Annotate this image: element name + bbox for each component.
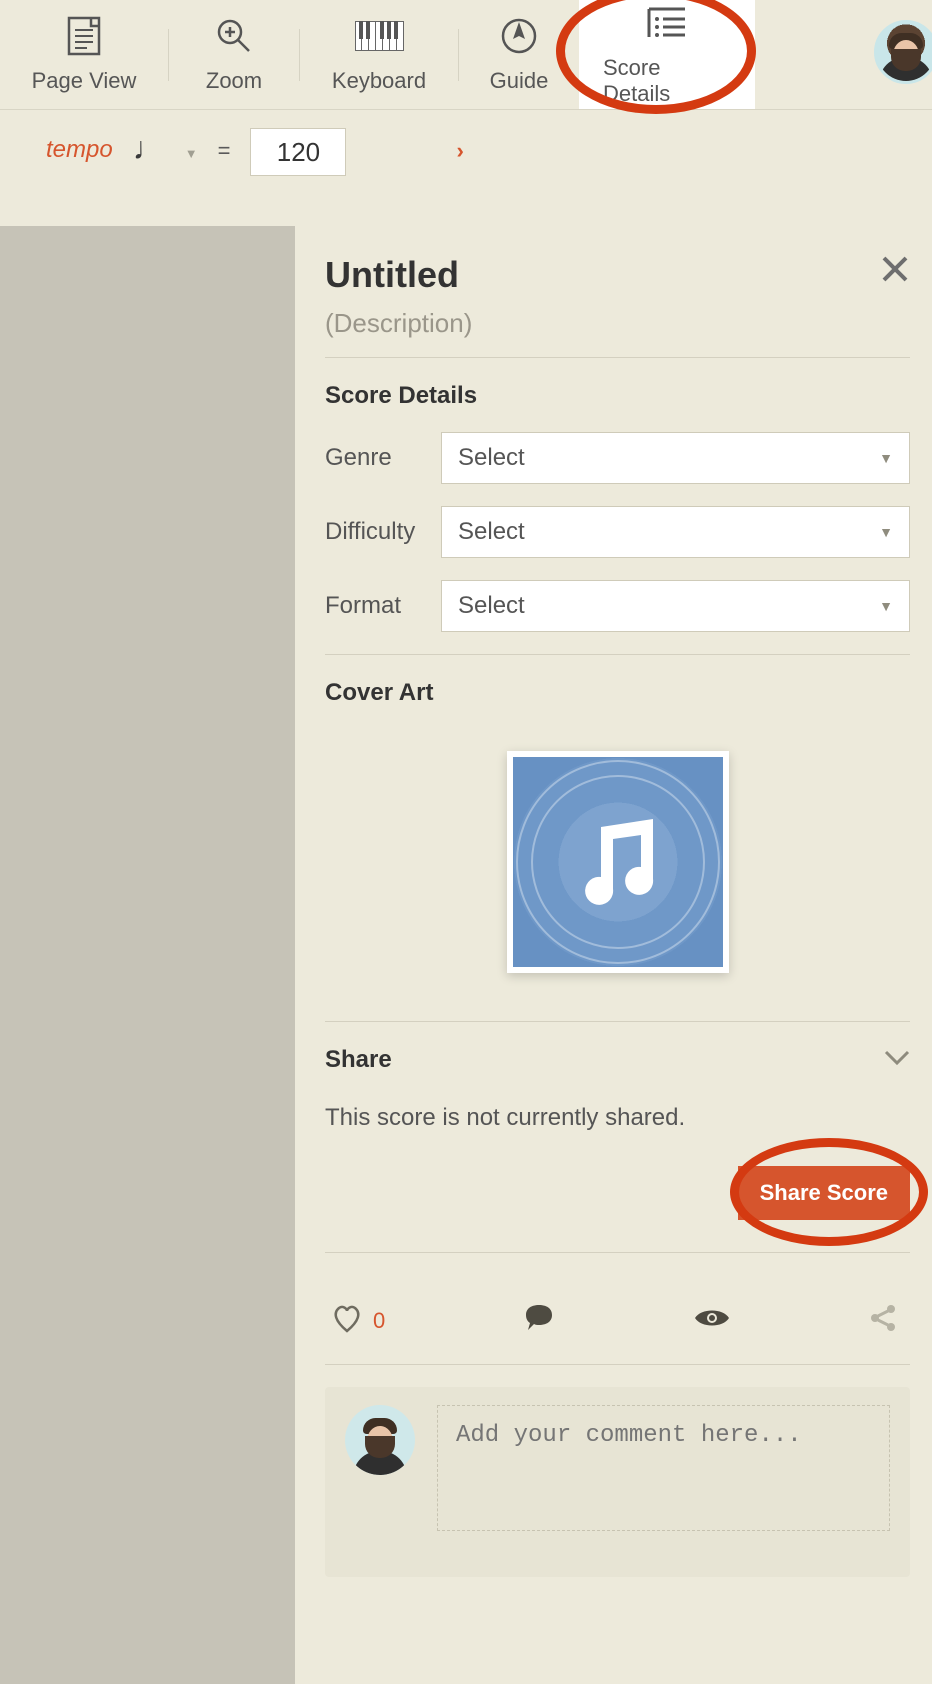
page-view-icon — [67, 16, 101, 56]
divider — [325, 1364, 910, 1365]
toolbar-guide[interactable]: Guide — [459, 0, 579, 109]
toolbar-score-details[interactable]: Score Details — [579, 0, 755, 109]
zoom-in-icon — [215, 16, 253, 56]
genre-value: Select — [458, 444, 525, 472]
toolbar-keyboard[interactable]: Keyboard — [300, 0, 458, 109]
chevron-down-icon: ▼ — [879, 524, 893, 540]
format-select[interactable]: Select ▼ — [441, 580, 910, 632]
difficulty-label: Difficulty — [325, 518, 441, 546]
toolbar-label: Page View — [32, 68, 137, 94]
main-area: Untitled (Description) Score Details Gen… — [0, 226, 932, 1684]
share-score-button[interactable]: Share Score — [738, 1166, 910, 1220]
score-details-panel: Untitled (Description) Score Details Gen… — [295, 226, 932, 1684]
score-description[interactable]: (Description) — [325, 308, 910, 339]
toolbar-label: Zoom — [206, 68, 262, 94]
score-details-heading: Score Details — [325, 382, 910, 410]
music-note-icon — [563, 807, 673, 917]
eye-icon — [693, 1306, 731, 1335]
genre-row: Genre Select ▼ — [325, 432, 910, 484]
divider — [325, 1252, 910, 1253]
list-details-icon — [645, 3, 689, 43]
stats-row: 0 — [325, 1277, 910, 1364]
genre-select[interactable]: Select ▼ — [441, 432, 910, 484]
toolbar-page-view[interactable]: Page View — [0, 0, 168, 109]
difficulty-select[interactable]: Select ▼ — [441, 506, 910, 558]
tempo-bar: tempo ♩ ▼ = › — [0, 110, 932, 226]
comment-input[interactable] — [437, 1405, 890, 1531]
divider — [325, 1021, 910, 1022]
piano-keyboard-icon — [355, 16, 404, 56]
comment-avatar[interactable] — [345, 1405, 415, 1475]
format-value: Select — [458, 592, 525, 620]
tempo-note-dropdown[interactable]: ▼ — [185, 146, 198, 161]
share-expand-toggle[interactable] — [884, 1049, 910, 1072]
chevron-down-icon: ▼ — [879, 598, 893, 614]
share-status-text: This score is not currently shared. — [325, 1104, 910, 1132]
comment-box — [325, 1387, 910, 1577]
share-heading: Share — [325, 1046, 392, 1074]
close-panel-button[interactable] — [880, 254, 910, 290]
likes-group[interactable]: 0 — [331, 1303, 385, 1338]
score-title[interactable]: Untitled — [325, 254, 459, 296]
top-toolbar: Page View Zoom — [0, 0, 932, 110]
cover-art-image[interactable] — [507, 751, 729, 973]
chevron-down-icon: ▼ — [879, 450, 893, 466]
comments-button[interactable] — [522, 1303, 556, 1338]
tempo-equals: = — [218, 138, 231, 164]
difficulty-value: Select — [458, 518, 525, 546]
score-canvas[interactable] — [0, 226, 295, 1684]
views-button[interactable] — [693, 1306, 731, 1335]
divider — [325, 654, 910, 655]
genre-label: Genre — [325, 444, 441, 472]
format-label: Format — [325, 592, 441, 620]
share-icon — [868, 1303, 898, 1338]
tempo-label: tempo — [46, 136, 113, 164]
tempo-value-input[interactable] — [250, 128, 346, 176]
cover-art-heading: Cover Art — [325, 679, 910, 707]
toolbar-label: Guide — [490, 68, 549, 94]
toolbar-zoom[interactable]: Zoom — [169, 0, 299, 109]
toolbar-label: Keyboard — [332, 68, 426, 94]
difficulty-row: Difficulty Select ▼ — [325, 506, 910, 558]
comment-icon — [522, 1303, 556, 1338]
divider — [325, 357, 910, 358]
heart-icon — [331, 1303, 363, 1338]
quarter-note-icon: ♩ — [133, 130, 165, 167]
user-avatar[interactable] — [874, 20, 932, 84]
likes-count: 0 — [373, 1308, 385, 1334]
share-link-button[interactable] — [868, 1303, 898, 1338]
toolbar-label: Score Details — [603, 55, 731, 107]
tempo-next-button[interactable]: › — [456, 138, 463, 164]
format-row: Format Select ▼ — [325, 580, 910, 632]
compass-icon — [500, 16, 538, 56]
